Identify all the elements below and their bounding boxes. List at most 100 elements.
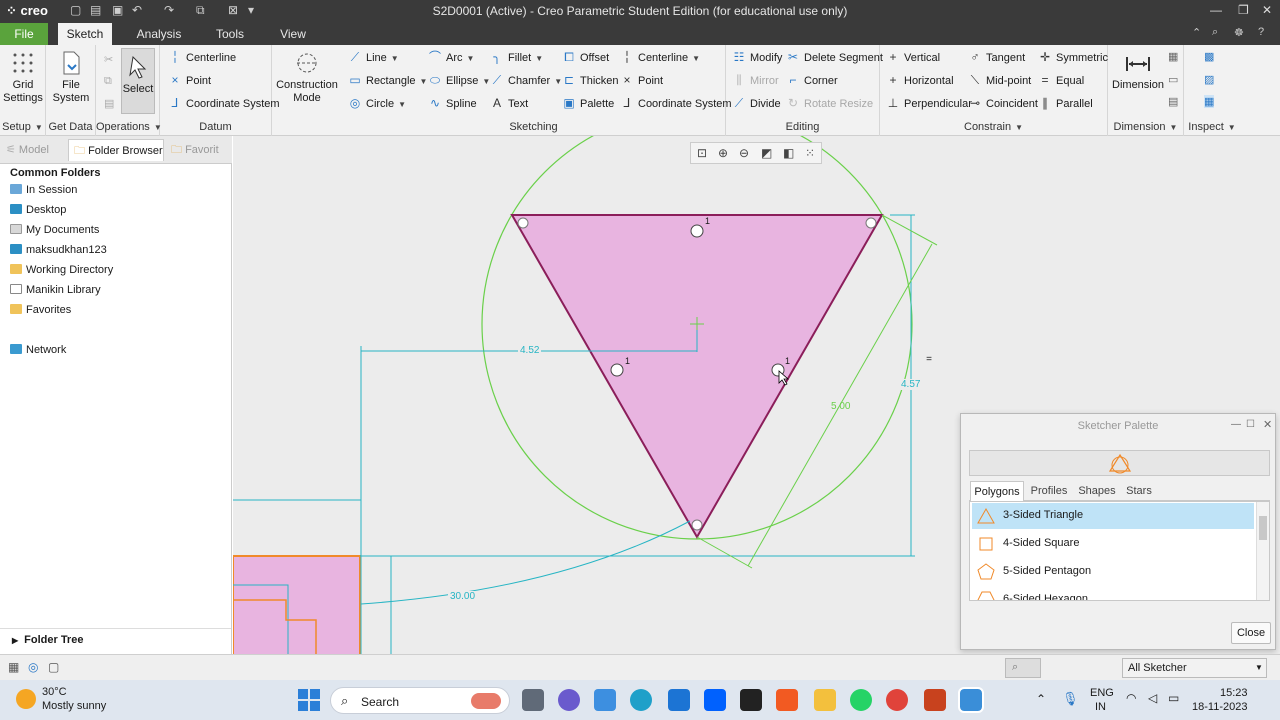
copy-icon[interactable]: ⧉	[104, 75, 112, 88]
constrain-group-label[interactable]: Constrain ▼	[880, 121, 1107, 133]
chamfer-button[interactable]: ⟋ Chamfer ▼	[490, 71, 562, 89]
tab-sketch[interactable]: Sketch	[58, 23, 112, 45]
tab-view[interactable]: View	[270, 23, 316, 45]
mail-icon[interactable]	[668, 689, 690, 711]
existing-square[interactable]	[233, 555, 361, 654]
clock-time[interactable]: 15:23	[1220, 687, 1248, 699]
creo-taskbar-icon[interactable]	[958, 687, 984, 713]
ribbon-collapse-icon[interactable]: ⌃	[1192, 26, 1201, 39]
corner-button[interactable]: ⌐ Corner	[786, 71, 837, 89]
list-item-square[interactable]: 4-Sided Square	[972, 531, 1254, 557]
coincident-constraint-button[interactable]: ⊸ Coincident	[968, 94, 1038, 112]
region-label[interactable]: IN	[1095, 701, 1106, 713]
datum-coordinate-system-button[interactable]: ⅃ Coordinate System	[168, 94, 280, 112]
full-screen-icon[interactable]: ▢	[48, 660, 59, 674]
spline-button[interactable]: ∿ Spline	[428, 94, 477, 112]
file-system-button[interactable]: File System	[51, 49, 91, 105]
taskbar-search-box[interactable]: ⌕ Search	[330, 687, 510, 714]
list-item-triangle[interactable]: 3-Sided Triangle	[972, 503, 1254, 529]
vertical-constraint-button[interactable]: + Vertical	[886, 48, 940, 66]
folder-manikin-library[interactable]: Manikin Library	[10, 281, 101, 299]
powerpoint-icon[interactable]	[924, 689, 946, 711]
delete-segment-button[interactable]: ✂ Delete Segment	[786, 48, 883, 66]
settings-icon[interactable]: ☸	[1234, 26, 1244, 39]
list-item-pentagon[interactable]: 5-Sided Pentagon	[972, 559, 1254, 585]
tab-folder-browser[interactable]: 🗀 Folder Browser	[68, 139, 164, 161]
sketch-centerline-button[interactable]: ╎ Centerline ▼	[620, 48, 700, 66]
select-button[interactable]: Select	[121, 48, 155, 114]
chrome-icon[interactable]	[886, 689, 908, 711]
midpoint-constraint-button[interactable]: ⟍ Mid-point	[968, 71, 1031, 89]
line-button[interactable]: ⟋ Line ▼	[348, 48, 399, 66]
volume-icon[interactable]: ◁	[1148, 691, 1157, 705]
show-hidden-icons[interactable]: ⌃	[1036, 692, 1046, 706]
clock-date[interactable]: 18-11-2023	[1192, 701, 1247, 713]
brave-icon[interactable]	[776, 689, 798, 711]
palette-button[interactable]: ▣ Palette	[562, 94, 614, 112]
dimension-horizontal-label[interactable]: 4.52	[518, 345, 542, 356]
battery-icon[interactable]: ▭	[1168, 691, 1179, 705]
folder-favorites[interactable]: Favorites	[10, 301, 71, 319]
refit-icon[interactable]: ⊡	[697, 146, 707, 160]
arc-button[interactable]: ⌒ Arc ▼	[428, 48, 474, 66]
folder-computer[interactable]: maksudkhan123	[10, 241, 107, 259]
paste-icon[interactable]: ▤	[104, 97, 114, 110]
palette-scrollbar[interactable]	[1256, 502, 1269, 600]
setup-group-label[interactable]: Setup ▼	[0, 121, 45, 133]
language-label[interactable]: ENG	[1090, 687, 1114, 699]
sketcher-display-filter-icon[interactable]: ⁙	[805, 146, 815, 160]
tab-tools[interactable]: Tools	[204, 23, 256, 45]
zoom-out-icon[interactable]: ⊖	[739, 146, 749, 160]
operations-group-label[interactable]: Operations ▼	[96, 121, 162, 133]
restore-icon[interactable]: ❐	[1238, 3, 1249, 17]
folder-desktop[interactable]: Desktop	[10, 201, 66, 219]
edge-icon[interactable]	[630, 689, 652, 711]
wifi-icon[interactable]: ◠	[1126, 691, 1136, 705]
teams-chat-icon[interactable]	[558, 689, 580, 711]
grid-settings-button[interactable]: Grid Settings	[3, 49, 43, 105]
parallel-constraint-button[interactable]: ∥ Parallel	[1038, 94, 1093, 112]
reference-icon[interactable]: ▤	[1168, 95, 1178, 108]
tab-stars[interactable]: Stars	[1121, 481, 1157, 501]
selection-filter-dropdown[interactable]: All Sketcher ▼	[1122, 658, 1267, 678]
task-view-icon[interactable]	[522, 689, 544, 711]
whatsapp-icon[interactable]	[850, 689, 872, 711]
find-icon[interactable]: ⌕	[1005, 658, 1041, 678]
tab-file[interactable]: File	[0, 23, 48, 45]
dropbox-icon[interactable]	[704, 689, 726, 711]
sketch-view-icon[interactable]: ◩	[761, 146, 772, 160]
symmetric-constraint-button[interactable]: ✛ Symmetric	[1038, 48, 1108, 66]
dimension-side-label[interactable]: 5.00	[831, 401, 850, 412]
list-item-hexagon[interactable]: 6-Sided Hexagon	[972, 587, 1254, 600]
sketch-coordinate-system-button[interactable]: ⅃ Coordinate System	[620, 94, 732, 112]
triangle-sketch[interactable]	[510, 214, 884, 540]
windows-start-icon[interactable]	[298, 689, 320, 711]
fillet-button[interactable]: ╮ Fillet ▼	[490, 48, 543, 66]
cut-icon[interactable]: ✂	[104, 53, 113, 66]
tab-polygons[interactable]: Polygons	[970, 481, 1024, 502]
tab-favorites[interactable]: 🗀 Favorit	[168, 139, 230, 161]
folder-tree-toggle[interactable]: ▶ Folder Tree	[0, 628, 231, 650]
zoom-in-icon[interactable]: ⊕	[718, 146, 728, 160]
inspect-group-label[interactable]: Inspect ▼	[1184, 121, 1240, 133]
tab-analysis[interactable]: Analysis	[128, 23, 190, 45]
text-button[interactable]: A Text	[490, 94, 528, 112]
datum-point-button[interactable]: × Point	[168, 71, 211, 89]
circle-button[interactable]: ◎ Circle ▼	[348, 94, 406, 112]
display-style-icon[interactable]: ◧	[783, 146, 794, 160]
palette-minimize-icon[interactable]: —	[1231, 419, 1241, 430]
shade-closed-loops-icon[interactable]: ▦	[1204, 95, 1215, 108]
weather-temperature[interactable]: 30°C	[42, 686, 67, 698]
tangent-constraint-button[interactable]: ♂ Tangent	[968, 48, 1026, 66]
rectangle-button[interactable]: ▭ Rectangle ▼	[348, 71, 427, 89]
divide-button[interactable]: ⟋ Divide	[732, 94, 781, 112]
folder-in-session[interactable]: In Session	[10, 181, 77, 199]
close-icon[interactable]: ✕	[1262, 3, 1272, 17]
tab-shapes[interactable]: Shapes	[1073, 481, 1121, 501]
folder-my-documents[interactable]: My Documents	[10, 221, 99, 239]
microphone-icon[interactable]: 🎙	[1062, 691, 1079, 707]
palette-close-icon[interactable]: ✕	[1263, 418, 1272, 431]
overlapping-geometry-icon[interactable]: ▩	[1204, 50, 1214, 63]
file-explorer-icon[interactable]	[814, 689, 836, 711]
thicken-button[interactable]: ⊏ Thicken	[562, 71, 619, 89]
